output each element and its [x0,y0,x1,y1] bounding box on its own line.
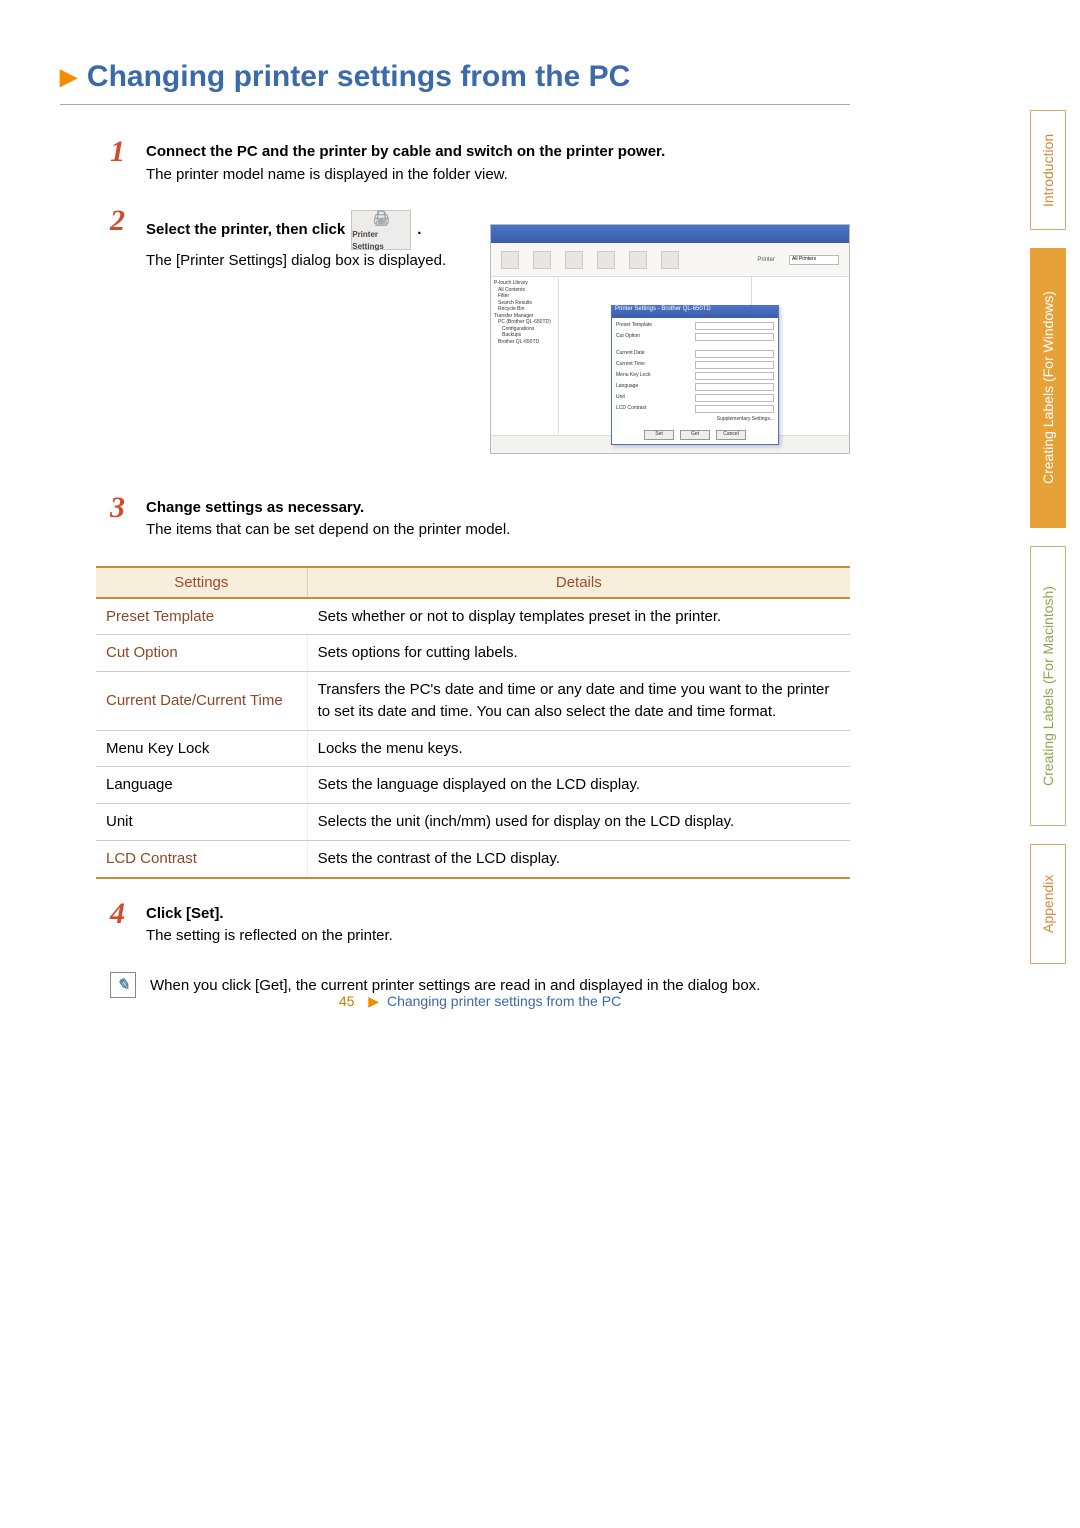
setting-name: Preset Template [96,598,307,635]
details-header: Details [307,568,850,598]
modal-row-label: Menu Key Lock [616,372,689,380]
step-4-bold: Click [Set]. [146,903,850,926]
setting-details: Sets the contrast of the LCD display. [307,840,850,877]
tab-appendix[interactable]: Appendix [1030,844,1066,964]
modal-get-button: Get [680,430,710,440]
table-row: Current Date/Current Time Transfers the … [96,672,850,731]
footer-title: Changing printer settings from the PC [387,993,621,1009]
page-number: 45 [339,993,355,1009]
tree-item: PC (Brother QL-650TD) [494,319,555,326]
toolbar-search-label: Printer [757,257,775,263]
toolbar-icon [629,251,647,269]
printer-settings-screenshot: Printer All Printers P-touch Library All… [490,224,850,454]
step-4-text: The setting is reflected on the printer. [146,925,850,948]
settings-table: Settings Details Preset Template Sets wh… [96,568,850,879]
table-row: Language Sets the language displayed on … [96,767,850,804]
setting-details: Locks the menu keys. [307,730,850,767]
setting-name: Unit [96,804,307,841]
step-number-1: 1 [110,135,125,169]
modal-field [695,322,774,330]
table-row: Unit Selects the unit (inch/mm) used for… [96,804,850,841]
arrow-icon: ▶ [368,993,379,1009]
page-content: ▶ Changing printer settings from the PC … [0,0,960,1038]
toolbar-icon [533,251,551,269]
screenshot-tree: P-touch Library All Contents Filter Sear… [491,277,559,435]
step-number-3: 3 [110,491,125,525]
setting-details: Sets options for cutting labels. [307,635,850,672]
step-number-2: 2 [110,204,125,238]
setting-name: Cut Option [96,635,307,672]
page-footer: 45 ▶ Changing printer settings from the … [0,993,960,1010]
modal-set-button: Set [644,430,674,440]
arrow-icon: ▶ [60,64,77,90]
tree-item: Brother QL-650TD [494,339,555,346]
modal-buttons: Set Get Cancel [616,430,774,440]
toolbar-icon [501,251,519,269]
tab-introduction[interactable]: Introduction [1030,110,1066,230]
modal-field [695,361,774,369]
setting-name: Current Date/Current Time [96,672,307,731]
printer-icon: 🖨 [372,208,390,229]
step-1-bold: Connect the PC and the printer by cable … [146,141,850,164]
modal-field [695,333,774,341]
setting-details: Sets the language displayed on the LCD d… [307,767,850,804]
screenshot-toolbar: Printer All Printers [491,243,849,277]
setting-details: Selects the unit (inch/mm) used for disp… [307,804,850,841]
step-3-bold: Change settings as necessary. [146,497,850,520]
table-row: Preset Template Sets whether or not to d… [96,598,850,635]
toolbar-icon [597,251,615,269]
setting-name: Language [96,767,307,804]
step-2-text: The [Printer Settings] dialog box is dis… [146,250,540,273]
table-row: Cut Option Sets options for cutting labe… [96,635,850,672]
toolbar-icon [661,251,679,269]
modal-body: Preset Template Cut Option Current Date … [612,318,778,444]
printer-settings-toolbar-icon: 🖨 Printer Settings [351,210,411,250]
setting-details: Sets whether or not to display templates… [307,598,850,635]
step-number-4: 4 [110,897,125,931]
modal-row-label: Preset Template [616,322,689,330]
modal-row-label: Cut Option [616,333,689,341]
step-2-bold-post: . [417,219,421,242]
printer-settings-icon-label: Printer Settings [352,229,410,253]
table-row: Menu Key Lock Locks the menu keys. [96,730,850,767]
step-1: 1 Connect the PC and the printer by cabl… [110,141,850,186]
setting-name: LCD Contrast [96,840,307,877]
modal-cancel-button: Cancel [716,430,746,440]
step-3-text: The items that can be set depend on the … [146,519,850,542]
modal-row-label: Current Time [616,361,689,369]
modal-row-label: Current Date [616,350,689,358]
modal-row-label: LCD Contrast [616,405,689,413]
step-4: 4 Click [Set]. The setting is reflected … [110,903,850,948]
title-text: Changing printer settings from the PC [87,60,630,94]
settings-table-wrap: Settings Details Preset Template Sets wh… [96,566,850,879]
table-row: LCD Contrast Sets the contrast of the LC… [96,840,850,877]
modal-supplementary-link: Supplementary Settings... [616,416,774,422]
modal-row-label: Unit [616,394,689,402]
step-2: 2 Select the printer, then click 🖨 Print… [110,210,540,273]
modal-field [695,405,774,413]
toolbar-icon [565,251,583,269]
setting-name: Menu Key Lock [96,730,307,767]
page-title: ▶ Changing printer settings from the PC [60,60,850,105]
printer-settings-modal: Printer Settings - Brother QL-650TD Pres… [611,305,779,445]
setting-details: Transfers the PC's date and time or any … [307,672,850,731]
modal-field [695,383,774,391]
modal-field [695,350,774,358]
settings-header: Settings [96,568,307,598]
tab-macintosh[interactable]: Creating Labels (For Macintosh) [1030,546,1066,826]
step-1-text: The printer model name is displayed in t… [146,164,850,187]
modal-row-label: Language [616,383,689,391]
modal-field [695,372,774,380]
modal-title: Printer Settings - Brother QL-650TD [612,306,778,318]
step-2-bold-line: Select the printer, then click 🖨 Printer… [146,210,540,250]
tab-windows[interactable]: Creating Labels (For Windows) [1030,248,1066,528]
screenshot-titlebar [491,225,849,243]
modal-field [695,394,774,402]
step-3: 3 Change settings as necessary. The item… [110,497,850,542]
side-tabs: Introduction Creating Labels (For Window… [1030,110,1066,964]
step-2-bold-pre: Select the printer, then click [146,219,345,242]
toolbar-printer-combo: All Printers [789,255,839,265]
